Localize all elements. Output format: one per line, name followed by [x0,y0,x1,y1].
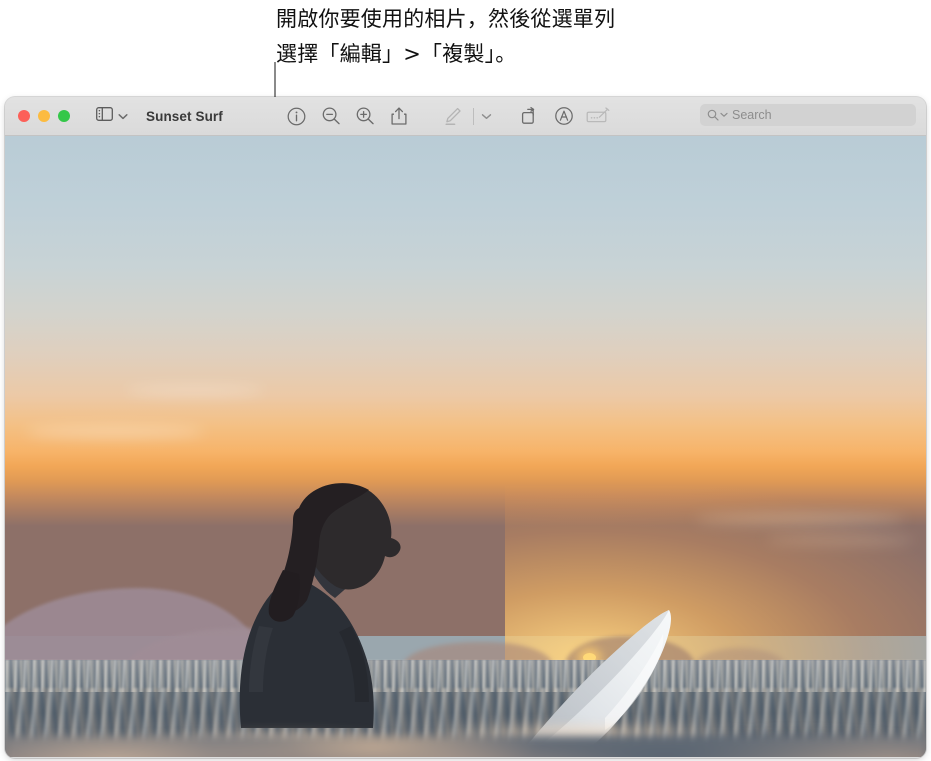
magnifier-minus-icon [322,107,340,125]
preview-window: Sunset Surf Search [5,97,926,758]
annotate-button[interactable] [547,103,581,129]
markup-options-button[interactable] [477,103,497,129]
window-title: Sunset Surf [146,108,223,124]
minimize-window-button[interactable] [38,110,50,122]
cloud-wisp [125,386,265,395]
water-foreground-blurred [5,736,926,757]
zoom-in-button[interactable] [348,103,382,129]
magnifier-plus-icon [356,107,374,125]
rotate-button[interactable] [513,103,547,129]
zoom-window-button[interactable] [58,110,70,122]
share-button[interactable] [382,103,416,129]
photo-canvas [5,136,926,757]
close-window-button[interactable] [18,110,30,122]
search-icon [707,109,719,121]
search-field[interactable]: Search [700,104,916,126]
info-icon [287,107,306,125]
pen-icon [445,107,461,125]
signature-icon [586,107,610,123]
window-toolbar: Sunset Surf Search [5,97,926,136]
sidebar-icon[interactable] [96,106,113,126]
cloud-wisp [25,426,205,438]
toolbar-button-group [280,103,615,129]
rotate-icon [521,106,535,124]
callout-instruction-text: 開啟你要使用的相片，然後從選單列 選擇「編輯」>「複製」。 [276,7,616,66]
chevron-down-icon [482,113,492,119]
zoom-out-button[interactable] [314,103,348,129]
markup-button[interactable] [436,103,470,129]
search-placeholder-text: Search [732,108,772,122]
surfer-silhouette [223,474,433,736]
annotate-circle-icon [555,107,573,125]
share-icon [391,107,407,125]
traffic-light-group [18,110,70,122]
sidebar-control-group[interactable] [96,106,128,126]
sidebar-chevron-down-icon[interactable] [118,107,128,125]
search-chevron-down-icon [720,112,728,117]
toolbar-separator [472,107,474,125]
info-button[interactable] [280,103,314,129]
sign-button[interactable] [581,103,615,129]
